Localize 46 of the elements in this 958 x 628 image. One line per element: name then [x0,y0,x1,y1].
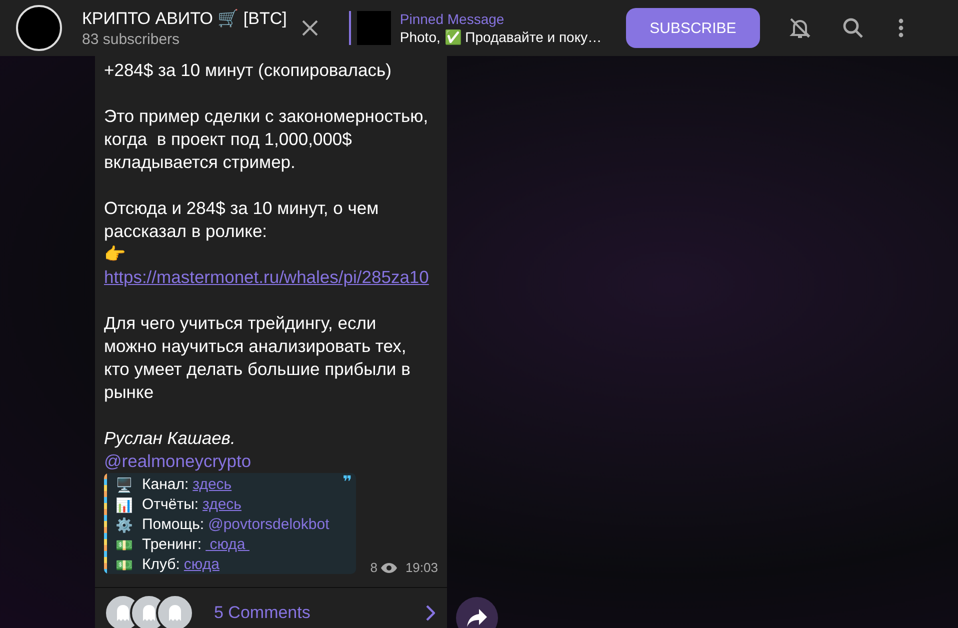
ghost-icon [142,605,156,621]
subscribe-button[interactable]: SUBSCRIBE [626,8,760,48]
row-label: Отчёты: [142,495,199,515]
message-text: Отсюда и 284$ за 10 минут, о чем рассказал в ролике: 👉 [104,197,380,266]
row-emoji: 💵 [114,536,134,555]
message-time: 19:03 [405,560,438,575]
row-emoji: 🖥 [114,476,134,495]
eye-icon [381,562,398,572]
forward-button[interactable] [456,597,498,628]
message-signature: Руслан Кашаев. [104,427,236,450]
quote-mark: ❞ [342,473,352,493]
ghost-icon [116,605,130,621]
ghost-icon [168,605,182,621]
row-link[interactable]: здесь [192,475,232,495]
view-count: 8 [370,560,378,575]
row-link[interactable]: здесь [202,495,242,515]
subscriber-count: 83 subscribers [82,31,181,48]
pinned-label: Pinned Message [400,11,506,27]
row-emoji: ⚙ [114,516,134,535]
row-label: Клуб: [142,555,180,574]
mention-link[interactable]: @realmoneycrypto [104,450,438,473]
search-icon[interactable] [842,17,864,39]
comments-count: 5 Comments [214,603,312,623]
close-button[interactable] [300,19,319,37]
row-label: Помощь: [142,515,204,535]
channel-title: КРИПТО АВИТО 🛒 [BTC] [82,8,287,29]
row-label: Тренинг: [142,535,202,555]
row-emoji: 💵 [114,556,134,574]
comments-bar[interactable]: 5 Comments [95,587,447,628]
message-text: +284$ за 10 минут (скопировалась) [104,59,392,82]
channel-avatar[interactable] [16,5,62,51]
chevron-right-icon [425,605,435,621]
menu-icon[interactable] [898,18,904,38]
row-link[interactable]: сюда [206,535,250,555]
message-text: Для чего учиться трейдингу, если можно научиться анализировать тех, кто умеет делать большие прибыли в рынке [104,312,412,404]
row-label: Канал: [142,475,189,495]
row-link[interactable]: сюда [184,555,220,574]
share-arrow-icon [467,609,487,627]
mention-link[interactable]: @povtorsdelokbot [208,515,330,535]
message-link[interactable]: https://mastermonet.ru/whales/pi/285za10 [104,266,438,289]
pinned-text: Photo, ✅ Продавайте и поку… [400,29,602,45]
row-emoji: 📊 [114,496,134,515]
message-text: Это пример сделки с закономерностью, когда в проект под 1,000,000$ вкладывается стример. [104,105,430,174]
pinned-message[interactable]: Pinned Message Photo, ✅ Продавайте и поку… [348,11,602,45]
mute-bell-icon[interactable] [788,16,812,40]
pinned-thumbnail [356,11,391,45]
